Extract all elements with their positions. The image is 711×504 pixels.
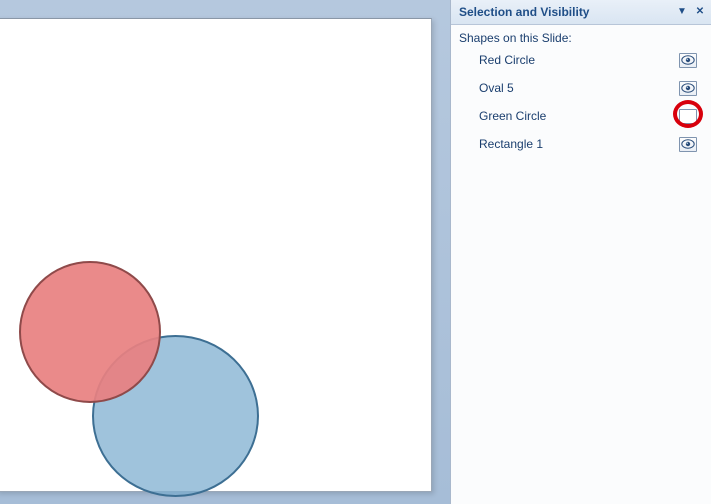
shape-name[interactable]: Oval 5 — [479, 81, 679, 95]
visibility-toggle[interactable] — [679, 81, 697, 96]
shape-name[interactable]: Rectangle 1 — [479, 137, 679, 151]
selection-visibility-panel: Selection and Visibility ▼ ✕ Shapes on t… — [450, 0, 711, 504]
panel-close-icon[interactable]: ✕ — [693, 5, 707, 19]
slide-area — [0, 0, 441, 504]
panel-title: Selection and Visibility — [459, 5, 671, 19]
shapes-section-label: Shapes on this Slide: — [457, 31, 703, 45]
shape-list: Red Circle Oval 5 Green Circle Rectangle 1 — [457, 51, 703, 153]
shape-name[interactable]: Red Circle — [479, 53, 679, 67]
visibility-toggle[interactable] — [679, 137, 697, 152]
shape-row: Oval 5 — [479, 79, 703, 97]
eye-icon — [681, 83, 695, 93]
panel-body: Shapes on this Slide: Red Circle Oval 5 Gr… — [451, 25, 711, 153]
eye-icon — [681, 55, 695, 65]
slide-canvas[interactable] — [0, 18, 432, 492]
shape-row: Red Circle — [479, 51, 703, 69]
shape-row: Rectangle 1 — [479, 135, 703, 153]
shape-name[interactable]: Green Circle — [479, 109, 679, 123]
panel-titlebar: Selection and Visibility ▼ ✕ — [451, 0, 711, 25]
visibility-toggle[interactable] — [679, 109, 697, 124]
visibility-toggle[interactable] — [679, 53, 697, 68]
shape-red-circle[interactable] — [19, 261, 161, 403]
eye-icon — [681, 139, 695, 149]
panel-menu-dropdown-icon[interactable]: ▼ — [675, 5, 689, 19]
shape-row: Green Circle — [479, 107, 703, 125]
